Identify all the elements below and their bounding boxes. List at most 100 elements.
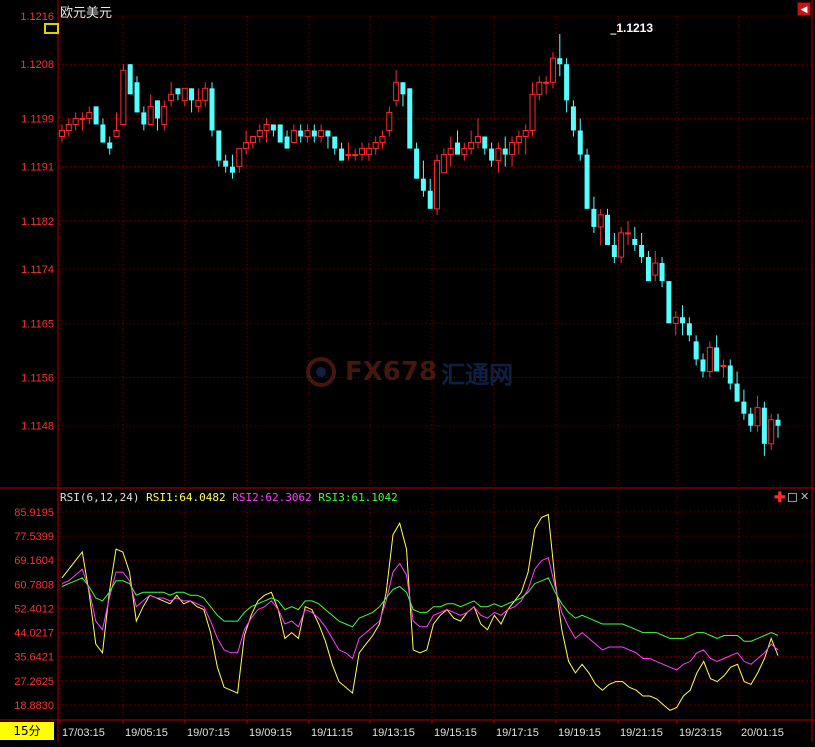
candle-body-up (393, 81, 400, 101)
candle (440, 148, 447, 174)
candlestick-series (59, 34, 781, 456)
price-tick-label: 1.1156 (21, 373, 54, 385)
candle (120, 64, 127, 125)
candle-body-down (455, 142, 461, 155)
candle (761, 401, 767, 456)
price-tick-label: 1.1148 (21, 421, 54, 433)
candle-body-up (161, 105, 168, 125)
candle-body-down (427, 190, 433, 209)
candle (195, 88, 202, 113)
candle (290, 124, 297, 144)
rsi3-line (61, 577, 779, 642)
candle-body-down (557, 58, 563, 65)
candle (584, 148, 590, 209)
candle-body-down (577, 130, 583, 155)
candle (134, 76, 140, 113)
candle (515, 130, 522, 155)
candle (304, 124, 311, 143)
candle (686, 317, 692, 342)
candle-body-down (686, 323, 692, 336)
candle (672, 311, 679, 336)
candle-body-up (113, 129, 120, 138)
price-tick-label: 1.1216 (20, 11, 54, 23)
candle-body-down (100, 124, 106, 143)
candle-body-down (632, 238, 638, 245)
candle (325, 130, 331, 149)
rsi-tick-label: 77.5399 (14, 531, 54, 543)
candle-body-up (468, 142, 475, 150)
candle (474, 118, 481, 149)
candle (557, 34, 563, 77)
candle-body-up (236, 148, 243, 168)
price-annotation: 1.1213 (616, 21, 653, 35)
candle (189, 88, 195, 113)
candle-body-down (591, 208, 597, 227)
candle-body-down (339, 148, 345, 161)
candle (141, 106, 147, 131)
candle-body-down (741, 401, 747, 414)
time-tick-label: 19/21:15 (620, 727, 663, 739)
candle-body-down (270, 124, 276, 131)
time-tick-label: 17/03:15 (62, 727, 105, 739)
candle (318, 124, 325, 143)
candle (727, 359, 733, 390)
candle-body-down (639, 244, 645, 258)
candle (72, 112, 79, 131)
candle (339, 142, 345, 161)
candle-body-up (720, 364, 727, 367)
candle-body-down (229, 166, 235, 173)
candle-body-down (605, 214, 611, 245)
candle (543, 76, 550, 95)
candle (352, 148, 359, 161)
candle (379, 130, 386, 149)
add-indicator-icon[interactable]: ✚ (774, 490, 786, 504)
candle (680, 305, 686, 336)
candle-body-up (461, 148, 468, 156)
candle (645, 251, 651, 282)
candle (202, 82, 209, 107)
candle (263, 118, 270, 143)
candle-body-down (748, 413, 754, 426)
candle (720, 359, 727, 378)
time-tick-label: 19/05:15 (125, 727, 168, 739)
candle-body-up (386, 111, 393, 131)
candle (447, 136, 454, 167)
candle (489, 142, 495, 167)
candle-body-down (400, 82, 406, 95)
candle (461, 142, 468, 161)
candle-body-up (249, 136, 256, 144)
candle (223, 154, 229, 173)
candle-body-up (509, 142, 516, 156)
candle-body-up (549, 57, 556, 83)
candle-body-down (714, 347, 720, 372)
candle (577, 118, 583, 161)
close-pane-icon[interactable]: ✕ (800, 490, 809, 504)
candle-body-down (189, 88, 195, 101)
candle (652, 251, 659, 282)
candle-body-up (434, 160, 441, 210)
candle-body-down (693, 341, 699, 360)
period-selector[interactable]: 15分 (0, 722, 54, 740)
candle-body-down (761, 407, 767, 444)
candle-body-down (611, 244, 617, 258)
candle-body-down (420, 178, 426, 191)
time-tick-label: 19/07:15 (187, 727, 230, 739)
candle-body-down (134, 82, 140, 113)
restore-pane-icon[interactable] (788, 493, 797, 502)
candle (345, 142, 352, 161)
candle-body-up (304, 129, 311, 138)
candle (564, 58, 570, 113)
candle (100, 118, 106, 143)
candle (502, 136, 508, 167)
price-tick-label: 1.1208 (20, 59, 54, 71)
rsi-tick-label: 69.1604 (14, 555, 54, 567)
candle (359, 142, 366, 161)
candle (168, 82, 175, 107)
fx678-logo-icon (306, 357, 336, 387)
candle-body-up (290, 129, 297, 144)
candle (181, 87, 188, 107)
candle (175, 88, 181, 101)
candle (639, 232, 645, 264)
candle-body-up (243, 142, 250, 150)
scroll-up-icon[interactable]: ◀ (797, 2, 811, 16)
